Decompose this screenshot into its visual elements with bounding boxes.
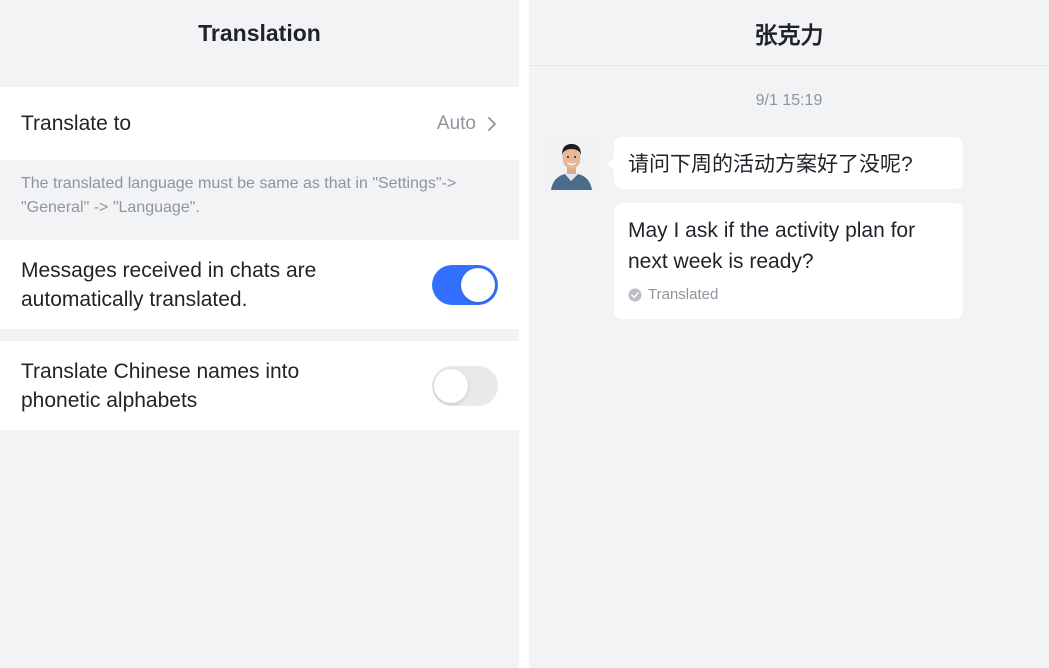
translate-to-value: Auto <box>436 112 476 134</box>
check-circle-icon <box>628 288 642 302</box>
pane-divider <box>519 0 529 668</box>
toggle-knob <box>434 368 468 403</box>
translate-to-label: Translate to <box>21 112 132 135</box>
original-message-text: 请问下周的活动方案好了没呢? <box>628 153 913 176</box>
language-hint-text: The translated language must be same as … <box>21 175 457 216</box>
toggle-knob <box>461 267 495 302</box>
translation-settings-panel: Translation Translate to Auto The transl… <box>0 0 519 668</box>
auto-translate-toggle[interactable] <box>432 264 498 305</box>
chat-preview-panel: 张克力 9/1 15:19 请问下周的活动方案好了没呢? May I ask i… <box>529 0 1049 668</box>
chat-title: 张克力 <box>529 0 1049 66</box>
phonetic-names-row: Translate Chinese names into phonetic al… <box>0 341 519 430</box>
message-bubble-original[interactable]: 请问下周的活动方案好了没呢? <box>607 137 963 189</box>
message-bubble-translated[interactable]: May I ask if the activity plan for next … <box>614 203 963 319</box>
message-timestamp: 9/1 15:19 <box>755 92 823 109</box>
bubble-tail <box>607 157 615 171</box>
translated-tag: Translated <box>628 286 949 303</box>
phonetic-names-label: Translate Chinese names into phonetic al… <box>21 359 300 412</box>
translate-to-row[interactable]: Translate to Auto <box>0 87 519 160</box>
translate-to-value-group[interactable]: Auto <box>437 113 498 135</box>
app-window: Translation Translate to Auto The transl… <box>0 0 1049 668</box>
translated-tag-label: Translated <box>648 286 719 303</box>
phonetic-names-toggle[interactable] <box>432 365 498 406</box>
avatar[interactable] <box>545 137 598 190</box>
auto-translate-label: Messages received in chats are automatic… <box>21 258 317 311</box>
chevron-right-icon <box>486 115 498 133</box>
settings-title: Translation <box>198 19 321 46</box>
translated-message-text: May I ask if the activity plan for next … <box>628 219 916 273</box>
auto-translate-row: Messages received in chats are automatic… <box>0 240 519 329</box>
